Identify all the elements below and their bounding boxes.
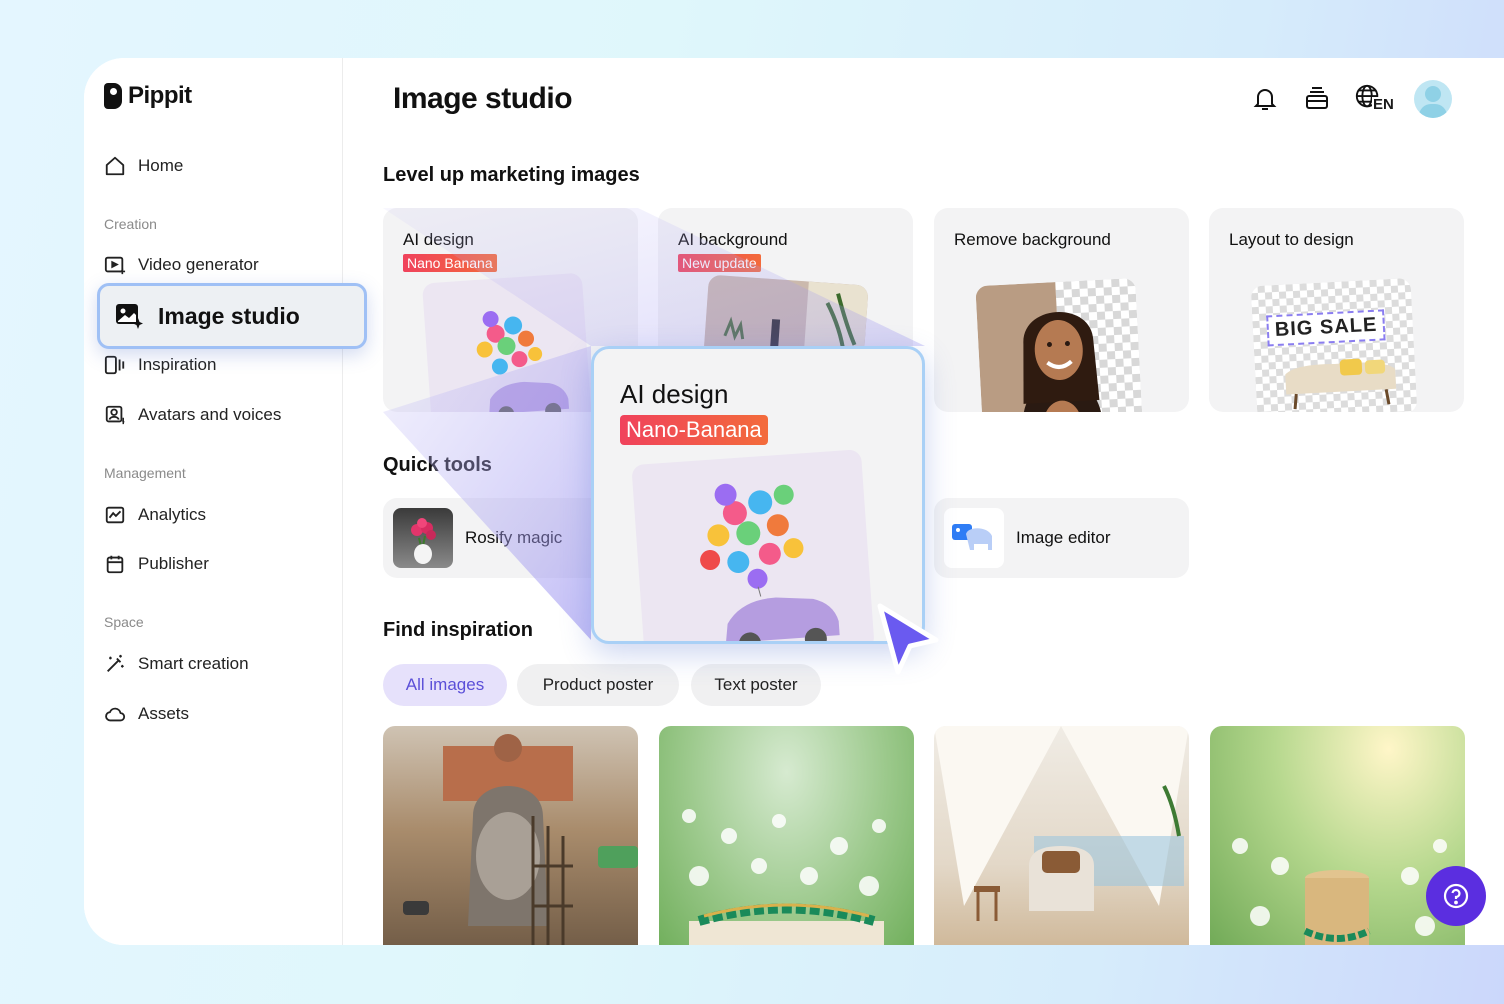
sidebar-item-label: Assets [138, 704, 190, 723]
video-generator-icon [104, 256, 126, 275]
sidebar-item-assets[interactable]: Assets [104, 698, 189, 730]
section-label-creation: Creation [104, 216, 157, 232]
section-title-marketing: Level up marketing images [383, 164, 640, 186]
sidebar-item-publisher[interactable]: Publisher [104, 548, 209, 580]
help-icon [1443, 883, 1469, 909]
sidebar-item-inspiration[interactable]: Inspiration [104, 349, 216, 381]
balloon-car-large-thumbnail [631, 449, 875, 641]
home-icon [105, 156, 125, 176]
sidebar-item-smart-creation[interactable]: Smart creation [104, 648, 249, 680]
help-button[interactable] [1426, 866, 1486, 926]
sidebar-item-video-generator[interactable]: Video generator [104, 249, 259, 281]
sidebar-item-label: Smart creation [138, 654, 249, 673]
section-title-inspiration: Find inspiration [383, 619, 533, 641]
sidebar-item-label: Image studio [158, 302, 300, 329]
gallery-item-wooden-stand[interactable] [1210, 726, 1465, 945]
zoomed-card-title: AI design [620, 379, 729, 409]
header-actions: EN [1250, 80, 1452, 118]
pointer-cursor-icon [877, 603, 939, 675]
chip-text-poster[interactable]: Text poster [691, 664, 821, 706]
big-sale-thumbnail: BIG SALE [1250, 277, 1418, 412]
card-remove-background[interactable]: Remove background [934, 208, 1189, 412]
sidebar-item-analytics[interactable]: Analytics [104, 499, 206, 531]
card-title: Remove background [954, 230, 1111, 249]
subscription-stack-icon[interactable] [1302, 84, 1332, 114]
card-tag: Nano Banana [403, 254, 497, 272]
sidebar-item-avatars-voices[interactable]: Avatars and voices [104, 399, 281, 431]
sidebar-item-label: Inspiration [138, 355, 217, 374]
cloud-icon [105, 707, 126, 722]
magic-wand-icon [107, 654, 124, 672]
sidebar-item-label: Publisher [138, 554, 209, 573]
image-studio-icon [116, 304, 143, 329]
tool-label: Image editor [1016, 528, 1111, 547]
card-title: Layout to design [1229, 230, 1354, 249]
section-title-quick-tools: Quick tools [383, 454, 492, 476]
balloon-car-thumbnail [421, 272, 593, 412]
rose-vase-icon [393, 508, 453, 568]
user-avatar[interactable] [1414, 80, 1452, 118]
sidebar-item-image-studio[interactable]: Image studio [97, 283, 367, 349]
gallery-item-tent-chair[interactable] [934, 726, 1189, 945]
gallery-item-statue[interactable] [383, 726, 638, 945]
sidebar-item-label: Analytics [138, 505, 207, 524]
sidebar-item-label: Home [138, 156, 184, 175]
brand-name: Pippit [128, 82, 192, 109]
sidebar-item-home[interactable]: Home [104, 150, 183, 182]
card-layout-to-design[interactable]: Layout to design BIG SALE [1209, 208, 1464, 412]
zoomed-card-tag: Nano-Banana [620, 415, 768, 445]
card-tag: New update [678, 254, 761, 272]
sidebar: Pippit Home Creation Video generator Ins… [84, 58, 343, 945]
sidebar-item-label: Video generator [138, 255, 259, 274]
gallery-item-bracelet-meadow[interactable] [659, 726, 914, 945]
language-code: EN [1372, 96, 1395, 113]
page-title: Image studio [393, 82, 573, 115]
card-title: AI background [678, 230, 788, 249]
image-editor-icon [944, 508, 1004, 568]
pippit-logo-icon [104, 83, 122, 109]
language-selector[interactable]: EN [1354, 83, 1395, 115]
section-label-space: Space [104, 614, 144, 630]
card-title: AI design [403, 230, 474, 249]
section-label-management: Management [104, 465, 186, 481]
tool-image-editor[interactable]: Image editor [934, 498, 1189, 578]
brand-logo[interactable]: Pippit [104, 82, 192, 110]
calendar-icon [106, 555, 124, 574]
chip-product-poster[interactable]: Product poster [517, 664, 679, 706]
sidebar-item-label: Avatars and voices [138, 405, 282, 424]
analytics-icon [105, 506, 125, 524]
inspiration-icon [104, 355, 125, 375]
chip-all-images[interactable]: All images [383, 664, 507, 706]
tool-label: Rosify magic [465, 528, 563, 547]
portrait-thumbnail [975, 277, 1143, 412]
bell-icon[interactable] [1250, 84, 1280, 114]
avatar-voice-icon [105, 405, 125, 425]
